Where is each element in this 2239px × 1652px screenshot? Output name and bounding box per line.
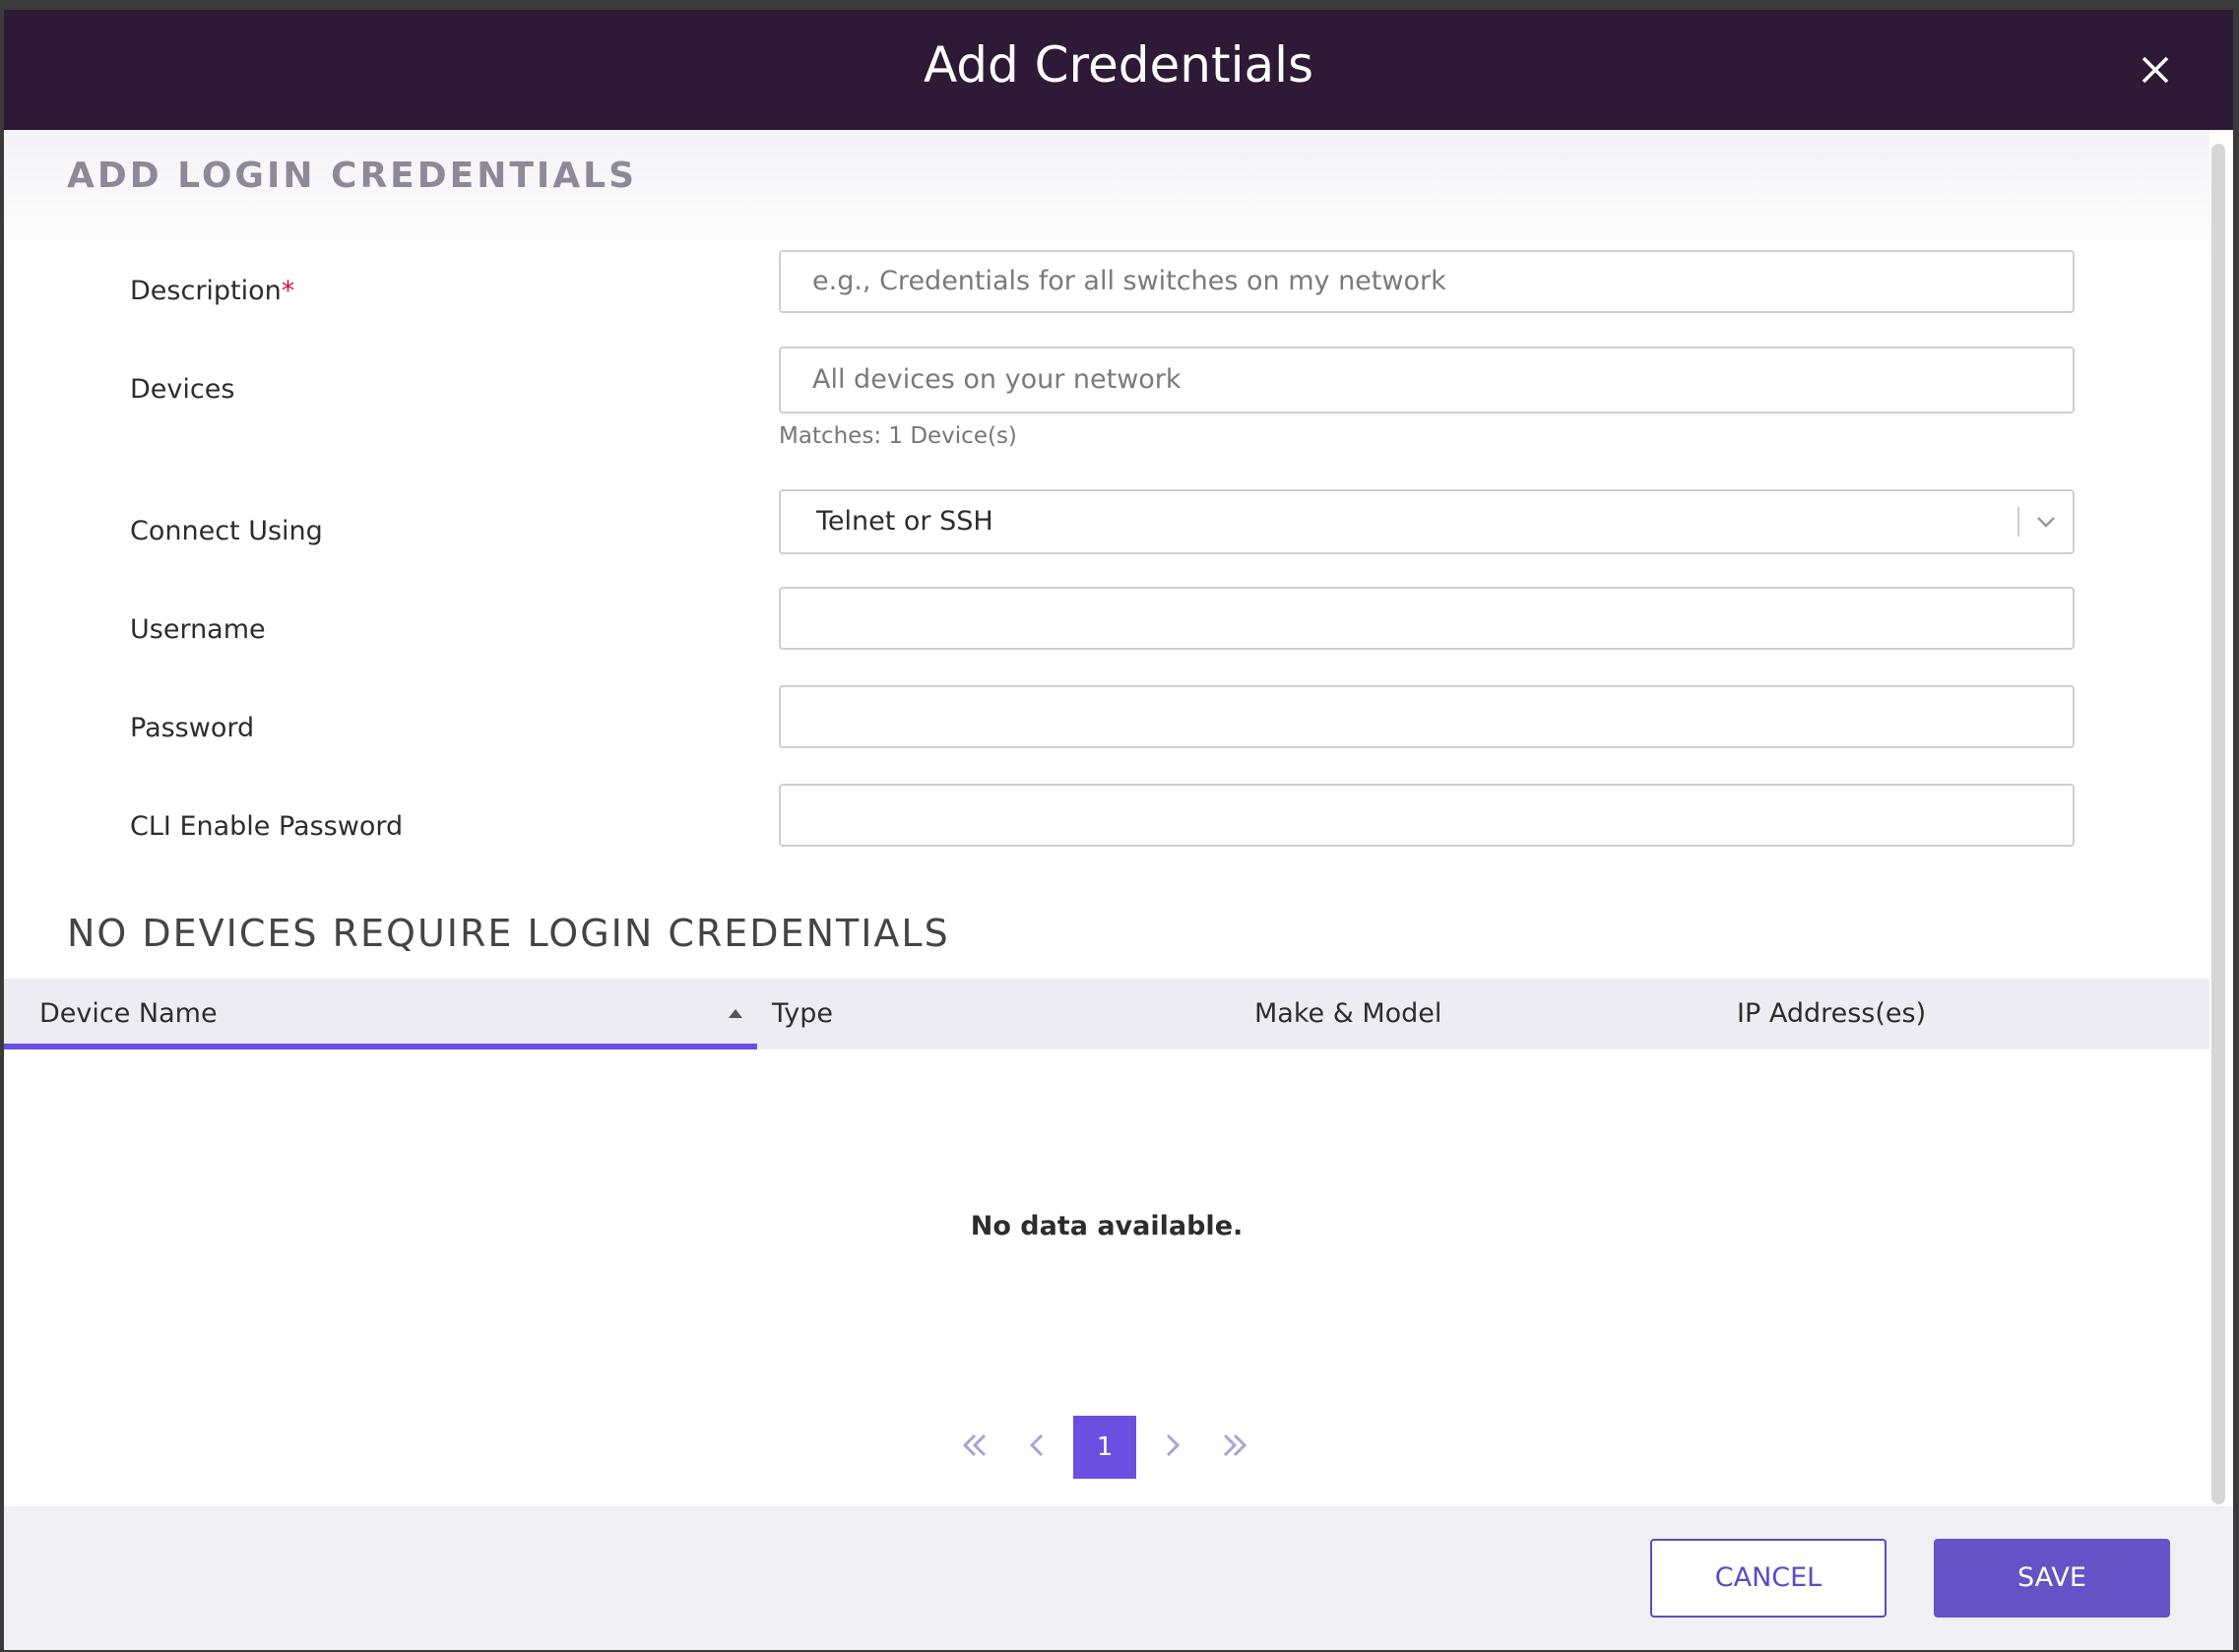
login-section-title: ADD LOGIN CREDENTIALS bbox=[67, 156, 638, 196]
required-marker: * bbox=[281, 276, 295, 306]
description-label-text: Description bbox=[130, 276, 282, 306]
next-page-icon bbox=[1166, 1433, 1181, 1457]
close-icon bbox=[2142, 56, 2169, 84]
description-input[interactable]: e.g., Credentials for all switches on my… bbox=[779, 250, 2075, 313]
add-credentials-dialog: Add Credentials ADD LOGIN CREDENTIALS De… bbox=[4, 10, 2233, 1650]
description-label: Description* bbox=[130, 276, 294, 306]
column-header-ip-address[interactable]: IP Address(es) bbox=[1737, 979, 1926, 1049]
password-input[interactable] bbox=[779, 685, 2075, 748]
previous-page-icon bbox=[1029, 1433, 1044, 1457]
vertical-scrollbar[interactable] bbox=[2211, 144, 2225, 1504]
devices-input[interactable]: All devices on your network bbox=[779, 347, 2075, 413]
connect-using-label: Connect Using bbox=[130, 516, 323, 546]
column-header-device-name[interactable]: Device Name bbox=[39, 979, 218, 1049]
first-page-button[interactable] bbox=[955, 1416, 994, 1475]
devices-matches-hint: Matches: 1 Device(s) bbox=[779, 423, 1017, 449]
devices-section-title: NO DEVICES REQUIRE LOGIN CREDENTIALS bbox=[67, 912, 950, 955]
cli-enable-password-label: CLI Enable Password bbox=[130, 811, 404, 842]
close-button[interactable] bbox=[2131, 45, 2180, 95]
table-header: Device Name Type Make & Model IP Address… bbox=[4, 979, 2209, 1049]
next-page-button[interactable] bbox=[1152, 1416, 1191, 1475]
devices-placeholder: All devices on your network bbox=[812, 364, 1182, 395]
cli-enable-password-input[interactable] bbox=[779, 784, 2075, 847]
last-page-button[interactable] bbox=[1215, 1416, 1254, 1475]
dialog-footer bbox=[4, 1506, 2233, 1650]
column-header-make-model[interactable]: Make & Model bbox=[1254, 979, 1441, 1049]
password-label: Password bbox=[130, 713, 255, 743]
username-input[interactable] bbox=[779, 587, 2075, 650]
save-button[interactable]: SAVE bbox=[1934, 1539, 2170, 1618]
page-1-button[interactable]: 1 bbox=[1073, 1416, 1136, 1479]
dialog-title: Add Credentials bbox=[923, 36, 1314, 94]
first-page-icon bbox=[962, 1433, 987, 1457]
empty-table-message: No data available. bbox=[970, 1211, 1244, 1241]
description-placeholder: e.g., Credentials for all switches on my… bbox=[812, 266, 1446, 296]
username-label: Username bbox=[130, 614, 266, 645]
sort-ascending-icon[interactable] bbox=[727, 1006, 744, 1025]
chevron-down-icon bbox=[2033, 509, 2059, 539]
previous-page-button[interactable] bbox=[1018, 1416, 1057, 1475]
connect-using-select[interactable]: Telnet or SSH bbox=[779, 489, 2075, 554]
last-page-icon bbox=[1223, 1433, 1247, 1457]
dialog-header: Add Credentials bbox=[4, 10, 2233, 130]
connect-using-value: Telnet or SSH bbox=[816, 506, 993, 537]
devices-label: Devices bbox=[130, 374, 235, 405]
select-divider bbox=[2017, 507, 2019, 537]
cancel-button[interactable]: CANCEL bbox=[1650, 1539, 1887, 1618]
column-header-type[interactable]: Type bbox=[772, 979, 833, 1049]
section-band bbox=[4, 130, 2209, 268]
sorted-column-indicator bbox=[4, 1044, 757, 1049]
